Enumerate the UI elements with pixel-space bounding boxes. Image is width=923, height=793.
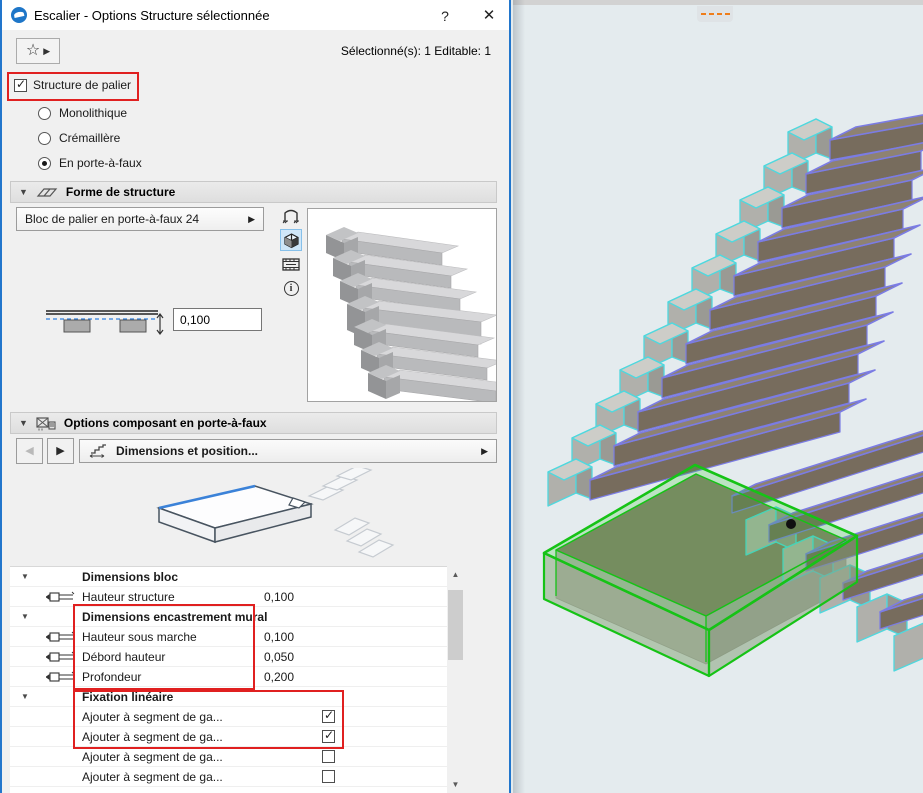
3d-view-icon[interactable] [280, 229, 302, 251]
screen: Escalier - Options Structure sélectionné… [0, 0, 923, 793]
radio-label: Crémaillère [59, 131, 120, 145]
table-row[interactable]: Ajouter à segment de ga... [10, 707, 447, 727]
row-checkbox[interactable] [322, 770, 335, 783]
section-title: Options composant en porte-à-faux [64, 416, 267, 430]
radio-monolithique[interactable]: Monolithique [38, 106, 127, 120]
dropdown-value: Bloc de palier en porte-à-faux 24 [25, 212, 248, 226]
close-button[interactable]: ✕ [474, 6, 504, 26]
dialog-titlebar[interactable]: Escalier - Options Structure sélectionné… [2, 0, 509, 30]
landing-structure-checkbox-row[interactable]: Structure de palier [14, 78, 131, 92]
under-step-icon [40, 630, 82, 644]
next-page-button[interactable]: ▶ [47, 438, 74, 464]
scroll-up-arrow[interactable]: ▲ [447, 566, 464, 583]
row-checkbox[interactable] [322, 710, 335, 723]
section-forme-de-structure[interactable]: ▼ Forme de structure [10, 181, 497, 203]
dialog-title: Escalier - Options Structure sélectionné… [34, 8, 270, 23]
favorites-button[interactable]: ☆ ▶ [16, 38, 60, 64]
landing-structure-checkbox[interactable] [14, 79, 27, 92]
selection-info: Sélectionné(s): 1 Editable: 1 [341, 44, 491, 58]
landing-structure-label: Structure de palier [33, 78, 131, 92]
dimensions-position-dropdown[interactable]: Dimensions et position... ▶ [79, 439, 497, 463]
row-value[interactable]: 0,100 [232, 590, 294, 604]
row-checkbox[interactable] [322, 730, 335, 743]
table-row[interactable]: Profondeur0,200 [10, 667, 447, 687]
viewport-tab[interactable] [697, 6, 733, 22]
section-title: Forme de structure [66, 185, 175, 199]
scroll-down-arrow[interactable]: ▼ [447, 776, 464, 793]
parameters-table[interactable]: ▼Dimensions blocHauteur structure0,100▼D… [10, 566, 447, 793]
structure-shape-icon [36, 186, 58, 199]
collapse-triangle-icon[interactable]: ▼ [10, 612, 40, 621]
structure-preview [307, 208, 497, 402]
table-row[interactable]: ▼ Dimensions bloc [10, 567, 447, 587]
row-value[interactable]: 0,100 [232, 630, 294, 644]
table-row[interactable]: Débord hauteur0,050 [10, 647, 447, 667]
collapse-triangle-icon[interactable]: ▼ [10, 572, 40, 581]
help-button[interactable]: ? [430, 6, 460, 26]
stair-3d-model[interactable] [513, 0, 923, 793]
scrollbar-thumb[interactable] [448, 590, 463, 660]
row-label: Ajouter à segment de ga... [82, 710, 232, 724]
row-label: Fixation linéaire [82, 690, 412, 704]
row-label: Ajouter à segment de ga... [82, 750, 232, 764]
structure-shape-dropdown[interactable]: Bloc de palier en porte-à-faux 24 ▶ [16, 207, 264, 231]
stair-options-dialog: Escalier - Options Structure sélectionné… [0, 0, 511, 793]
row-label: Hauteur sous marche [82, 630, 232, 644]
filmstrip-view-icon[interactable] [280, 253, 302, 275]
row-value[interactable]: 0,200 [232, 670, 294, 684]
landing-offset-diagram [42, 303, 170, 337]
info-icon[interactable]: i [280, 277, 302, 299]
chevron-right-icon: ▶ [43, 46, 50, 57]
radio-icon[interactable] [38, 132, 51, 145]
component-options-icon [36, 416, 56, 431]
radio-label: Monolithique [59, 106, 127, 120]
table-row[interactable]: Ajouter à segment de ga... [10, 747, 447, 767]
depth-icon [40, 670, 82, 684]
row-label: Dimensions bloc [82, 570, 412, 584]
row-label: Ajouter à segment de ga... [82, 730, 232, 744]
row-label: Dimensions encastrement mural [82, 610, 412, 624]
section-options-composant[interactable]: ▼ Options composant en porte-à-faux [10, 412, 497, 434]
row-label: Débord hauteur [82, 650, 232, 664]
overhang-icon [40, 650, 82, 664]
landing-wireframe-preview [97, 468, 407, 564]
dropdown-value: Dimensions et position... [116, 444, 473, 458]
radio-label: En porte-à-faux [59, 156, 142, 170]
3d-viewport[interactable] [513, 0, 923, 793]
chevron-right-icon: ▶ [481, 446, 488, 457]
offset-value-input[interactable] [173, 308, 262, 331]
radio-icon[interactable] [38, 157, 51, 170]
symbolic-view-icon[interactable] [280, 205, 302, 227]
row-value[interactable]: 0,050 [232, 650, 294, 664]
dialog-shadow [513, 0, 525, 793]
table-row[interactable]: Ajouter à segment de ga... [10, 767, 447, 787]
radio-porte-a-faux[interactable]: En porte-à-faux [38, 156, 142, 170]
row-label: Profondeur [82, 670, 232, 684]
table-row[interactable]: Hauteur structure0,100 [10, 587, 447, 607]
table-row[interactable]: Hauteur sous marche0,100 [10, 627, 447, 647]
height-icon [40, 590, 82, 604]
previous-page-button[interactable]: ◀ [16, 438, 43, 464]
radio-icon[interactable] [38, 107, 51, 120]
row-label: Ajouter à segment de ga... [82, 770, 232, 784]
collapse-triangle-icon[interactable]: ▼ [19, 187, 28, 197]
row-label: Hauteur structure [82, 590, 232, 604]
radio-cremaillere[interactable]: Crémaillère [38, 131, 120, 145]
collapse-triangle-icon[interactable]: ▼ [10, 692, 40, 701]
selection-hotspot [786, 519, 796, 529]
collapse-triangle-icon[interactable]: ▼ [19, 418, 28, 428]
preview-stairs-image [308, 209, 496, 401]
dimensions-position-icon [88, 443, 108, 459]
table-row[interactable]: ▼ Fixation linéaire [10, 687, 447, 707]
row-checkbox[interactable] [322, 750, 335, 763]
table-row[interactable]: Ajouter à segment de ga... [10, 727, 447, 747]
star-icon: ☆ [26, 43, 40, 59]
chevron-right-icon: ▶ [248, 214, 255, 225]
table-scrollbar[interactable]: ▲ ▼ [447, 566, 464, 793]
table-row[interactable]: ▼ Dimensions encastrement mural [10, 607, 447, 627]
archicad-app-icon [11, 7, 27, 23]
